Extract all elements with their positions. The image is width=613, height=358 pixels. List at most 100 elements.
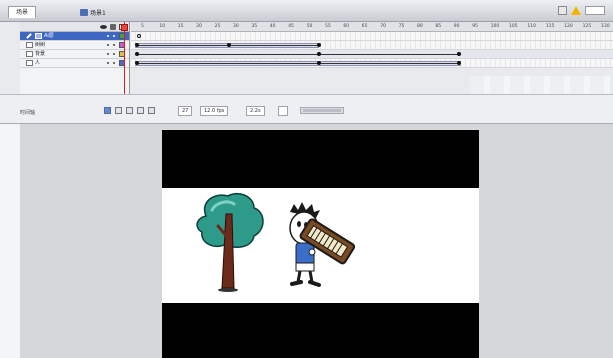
keyframe[interactable] (135, 52, 139, 56)
scene-breadcrumb[interactable]: 场景1 (80, 8, 106, 17)
layer-header (20, 22, 129, 32)
layer-list: Ai层树树背景人 (20, 22, 130, 94)
ruler-number: 35 (251, 24, 258, 29)
layer-row[interactable]: 背景 (20, 50, 129, 59)
tween-arrow (139, 63, 459, 64)
onion-outline-icon[interactable] (126, 107, 133, 114)
ruler-number: 40 (269, 24, 276, 29)
ruler-number: 125 (582, 24, 592, 29)
layer-name: Ai层 (44, 33, 54, 39)
ruler-number: 45 (288, 24, 294, 29)
visibility-dot-icon[interactable] (107, 44, 109, 46)
tree-graphic[interactable] (196, 192, 264, 292)
tree-shadow (218, 288, 238, 292)
layer-toggles (107, 51, 125, 57)
keyframe[interactable] (457, 52, 461, 56)
ruler-number: 80 (417, 24, 423, 29)
layer-name: 人 (35, 60, 41, 66)
ruler-number: 50 (306, 24, 313, 29)
keyframe[interactable] (317, 52, 321, 56)
scroll-left-icon[interactable] (278, 106, 288, 116)
stage-artwork[interactable] (162, 188, 479, 303)
lock-dot-icon[interactable] (113, 62, 115, 64)
edit-symbol-icon[interactable] (558, 6, 567, 15)
frame-rate[interactable]: 12.0 fps (200, 106, 229, 116)
playhead-handle[interactable] (121, 24, 128, 31)
onion-markers-icon[interactable] (148, 107, 155, 114)
onion-skin-icon[interactable] (115, 107, 122, 114)
ruler-number: 100 (490, 24, 500, 29)
layer-icon (35, 33, 42, 39)
boy-graphic[interactable] (289, 202, 356, 287)
frame-track-tree[interactable] (131, 41, 613, 50)
ruler-number: 15 (177, 24, 184, 29)
document-tab-bar: 场景 场景1 (0, 0, 613, 22)
visibility-dot-icon[interactable] (107, 35, 109, 37)
scrollbar-thumb[interactable] (303, 109, 341, 112)
scene-icon (80, 9, 88, 16)
pencil-icon (26, 33, 32, 39)
lock-dot-icon[interactable] (113, 35, 115, 37)
edit-scene-icon[interactable] (571, 6, 581, 15)
lock-dot-icon[interactable] (113, 44, 115, 46)
ruler-number: 115 (545, 24, 555, 29)
layer-row[interactable]: 人 (20, 59, 129, 68)
edit-controls (558, 6, 605, 15)
layer-icon (26, 60, 33, 66)
zoom-dropdown[interactable] (585, 6, 605, 15)
ruler-number: 30 (233, 24, 239, 29)
playhead[interactable] (124, 22, 125, 94)
frame-track-person[interactable] (131, 59, 613, 68)
show-all-layers-icon[interactable] (100, 24, 107, 29)
visibility-dot-icon[interactable] (107, 53, 109, 55)
ruler-number: 55 (325, 24, 331, 29)
ruler-number: 85 (435, 24, 442, 29)
work-area (0, 124, 613, 358)
keyframe[interactable] (137, 34, 141, 38)
keyframe[interactable] (457, 61, 461, 65)
layer-icon (26, 51, 33, 57)
keyframe[interactable] (317, 43, 321, 47)
frame-ruler[interactable]: 5 10 15 20 25 30 35 40 45 50 55 60 65 70 75 80 85 90 95 100… (131, 22, 613, 32)
timeline-status-bar: 时间轴 27 12.0 fps 2.2s (0, 94, 613, 124)
frame-track-ai[interactable] (131, 32, 613, 41)
layer-row[interactable]: Ai层 (20, 32, 129, 41)
lock-dot-icon[interactable] (113, 53, 115, 55)
boy-shorts (295, 262, 315, 272)
frame-span (137, 54, 459, 55)
ruler-number: 5 (141, 24, 144, 29)
keyframe[interactable] (135, 43, 139, 47)
edit-multiple-frames-icon[interactable] (137, 107, 144, 114)
ruler-number: 105 (509, 24, 518, 29)
boy-shoes (290, 280, 321, 287)
scene-tab[interactable]: 场景 (8, 6, 37, 18)
ruler-number: 20 (196, 24, 202, 29)
timeline-scrollbar[interactable] (300, 107, 344, 114)
ruler-number: 10 (159, 24, 166, 29)
stage-letterbox[interactable] (162, 130, 479, 358)
ruler-number: 70 (380, 24, 386, 29)
onion-skin-tools (104, 107, 155, 114)
elapsed-time: 2.2s (246, 106, 265, 116)
layer-name: 树树 (35, 42, 46, 48)
ruler-number: 60 (343, 24, 350, 29)
keyframe[interactable] (227, 43, 231, 47)
scene-name: 场景1 (90, 10, 106, 17)
visibility-dot-icon[interactable] (107, 62, 109, 64)
boy-hand (308, 248, 316, 256)
lock-all-layers-icon[interactable] (110, 23, 116, 30)
center-frame-icon[interactable] (104, 107, 111, 114)
layer-toggles (107, 33, 125, 39)
keyframe[interactable] (317, 61, 321, 65)
frame-track-bg[interactable] (131, 50, 613, 59)
layer-row[interactable]: 树树 (20, 41, 129, 50)
layer-toggles (107, 60, 125, 66)
ruler-number: 120 (564, 24, 573, 29)
pasteboard-gutter (0, 124, 20, 358)
keyframe[interactable] (135, 61, 139, 65)
layer-toggles (107, 42, 125, 48)
ruler-number: 90 (453, 24, 460, 29)
ruler-number: 130 (601, 24, 610, 29)
ruler-number: 95 (472, 24, 478, 29)
stage[interactable] (162, 188, 479, 303)
